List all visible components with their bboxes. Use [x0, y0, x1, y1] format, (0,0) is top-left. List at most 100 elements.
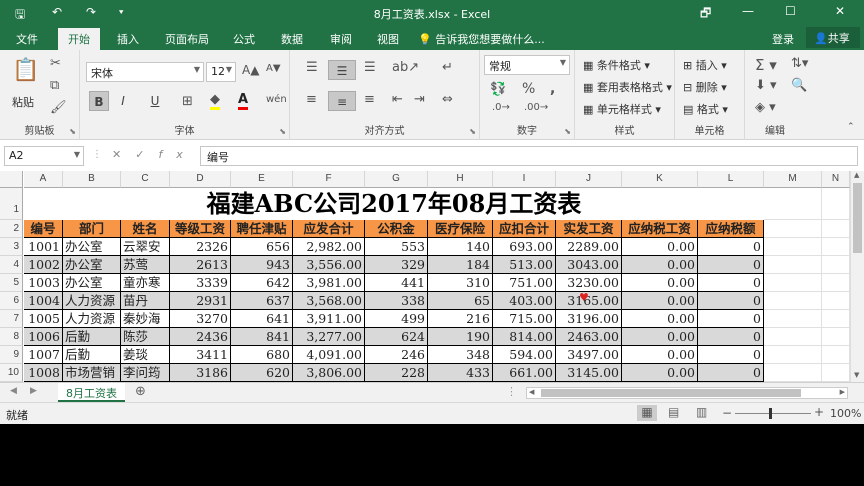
empty-cell[interactable]: [764, 292, 822, 310]
scroll-thumb[interactable]: [541, 389, 801, 397]
align-center-icon[interactable]: ≡: [328, 91, 356, 111]
table-cell[interactable]: 后勤: [63, 328, 121, 346]
maximize-button[interactable]: ☐: [785, 4, 796, 18]
table-header-cell[interactable]: 实发工资: [556, 220, 622, 238]
table-cell[interactable]: 秦妙海: [121, 310, 170, 328]
zoom-slider[interactable]: [735, 413, 811, 414]
table-cell[interactable]: 3,806.00: [293, 364, 365, 382]
table-cell[interactable]: 3230.00: [556, 274, 622, 292]
paste-icon[interactable]: 📋: [12, 58, 39, 83]
table-cell[interactable]: 0: [698, 328, 764, 346]
table-cell[interactable]: 0: [698, 274, 764, 292]
sort-filter-icon[interactable]: ⇅▾: [791, 56, 808, 71]
table-cell[interactable]: 办公室: [63, 238, 121, 256]
fill-icon[interactable]: ⬇ ▾: [755, 78, 777, 93]
empty-cell[interactable]: [764, 346, 822, 364]
underline-button[interactable]: U: [145, 91, 165, 111]
table-cell[interactable]: 0.00: [622, 328, 698, 346]
table-cell[interactable]: 0.00: [622, 274, 698, 292]
dialog-launcher-icon[interactable]: ⬊: [279, 127, 286, 136]
table-cell[interactable]: 656: [231, 238, 293, 256]
tab-insert[interactable]: 插入: [117, 31, 139, 47]
add-sheet-icon[interactable]: ⊕: [135, 384, 146, 399]
table-cell[interactable]: 3186: [170, 364, 231, 382]
table-cell[interactable]: 李问筠: [121, 364, 170, 382]
table-cell[interactable]: 403.00: [493, 292, 556, 310]
wrap-text-icon[interactable]: ↵: [442, 60, 453, 75]
table-cell[interactable]: 3497.00: [556, 346, 622, 364]
align-left-icon[interactable]: ≡: [306, 92, 317, 107]
tab-formulas[interactable]: 公式: [233, 31, 255, 47]
table-cell[interactable]: 513.00: [493, 256, 556, 274]
zoom-level[interactable]: 100%: [830, 407, 861, 420]
table-cell[interactable]: 661.00: [493, 364, 556, 382]
increase-decimal-icon[interactable]: .0→: [492, 102, 510, 113]
table-cell[interactable]: 184: [428, 256, 493, 274]
table-cell[interactable]: 0.00: [622, 346, 698, 364]
enter-icon[interactable]: ✓: [135, 148, 158, 161]
tab-review[interactable]: 审阅: [330, 31, 352, 47]
empty-cell[interactable]: [822, 220, 850, 238]
empty-cell[interactable]: [764, 364, 822, 382]
table-header-cell[interactable]: 公积金: [365, 220, 428, 238]
table-cell[interactable]: 0: [698, 238, 764, 256]
cancel-icon[interactable]: ✕: [112, 148, 135, 161]
table-cell[interactable]: 3,277.00: [293, 328, 365, 346]
table-cell[interactable]: 553: [365, 238, 428, 256]
table-header-cell[interactable]: 聘任津贴: [231, 220, 293, 238]
page-break-view-icon[interactable]: ▥: [696, 405, 707, 419]
table-header-cell[interactable]: 应纳税额: [698, 220, 764, 238]
chevron-down-icon[interactable]: ▼: [74, 150, 80, 159]
table-cell[interactable]: 苗丹: [121, 292, 170, 310]
column-header[interactable]: K: [622, 171, 698, 188]
percent-icon[interactable]: %: [522, 81, 535, 97]
table-cell[interactable]: 0: [698, 292, 764, 310]
row-header[interactable]: 4: [0, 256, 23, 274]
table-header-cell[interactable]: 姓名: [121, 220, 170, 238]
delete-cells-button[interactable]: ⊟ 删除 ▾: [683, 79, 727, 95]
table-cell[interactable]: 2289.00: [556, 238, 622, 256]
conditional-formatting-button[interactable]: ▦ 条件格式 ▾: [583, 57, 650, 73]
table-cell[interactable]: 348: [428, 346, 493, 364]
column-header[interactable]: A: [24, 171, 63, 188]
empty-cell[interactable]: [764, 310, 822, 328]
table-cell[interactable]: 2,982.00: [293, 238, 365, 256]
empty-cell[interactable]: [822, 188, 850, 220]
column-header[interactable]: B: [63, 171, 121, 188]
table-cell[interactable]: 1005: [24, 310, 63, 328]
column-header[interactable]: G: [365, 171, 428, 188]
column-header[interactable]: M: [764, 171, 822, 188]
decrease-font-icon[interactable]: A▼: [266, 63, 281, 74]
scroll-sheets-right-icon[interactable]: ▶: [30, 386, 37, 396]
table-cell[interactable]: 云翠安: [121, 238, 170, 256]
font-name-select[interactable]: 宋体 ▼: [86, 62, 204, 82]
tab-data[interactable]: 数据: [281, 31, 303, 47]
worksheet-grid[interactable]: ABCDEFGHIJKLMN 1234567891011 福建ABC公司2017…: [0, 171, 850, 382]
scroll-right-icon[interactable]: ▶: [840, 388, 845, 396]
bold-button[interactable]: B: [89, 91, 109, 111]
table-cell[interactable]: 0.00: [622, 364, 698, 382]
table-header-cell[interactable]: 应纳税工资: [622, 220, 698, 238]
tab-view[interactable]: 视图: [377, 31, 399, 47]
zoom-out-icon[interactable]: −: [722, 406, 732, 420]
format-as-table-button[interactable]: ▦ 套用表格格式 ▾: [583, 79, 672, 95]
table-header-cell[interactable]: 等级工资: [170, 220, 231, 238]
scroll-up-icon[interactable]: ▲: [854, 171, 859, 179]
column-header[interactable]: D: [170, 171, 231, 188]
row-header[interactable]: 1: [0, 188, 23, 220]
table-cell[interactable]: 4,091.00: [293, 346, 365, 364]
function-icon[interactable]: fx: [158, 148, 196, 161]
table-cell[interactable]: 594.00: [493, 346, 556, 364]
insert-cells-button[interactable]: ⊞ 插入 ▾: [683, 57, 727, 73]
table-cell[interactable]: 329: [365, 256, 428, 274]
table-cell[interactable]: 624: [365, 328, 428, 346]
table-cell[interactable]: 人力资源: [63, 292, 121, 310]
table-cell[interactable]: 246: [365, 346, 428, 364]
collapse-ribbon-icon[interactable]: ⌃: [847, 122, 855, 132]
row-header[interactable]: 2: [0, 220, 23, 238]
empty-cell[interactable]: [822, 256, 850, 274]
number-format-select[interactable]: 常规 ▼: [484, 55, 570, 75]
copy-icon[interactable]: ⧉: [50, 78, 59, 93]
table-cell[interactable]: 3165.00: [556, 292, 622, 310]
table-cell[interactable]: 3043.00: [556, 256, 622, 274]
